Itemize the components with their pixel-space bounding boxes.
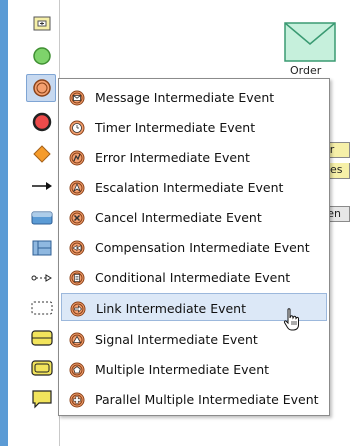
hand-cursor-icon: [283, 308, 299, 331]
sequence-flow-icon: [32, 182, 52, 190]
cancel-event-icon: [69, 210, 85, 226]
palette-start-event[interactable]: [8, 42, 60, 70]
menu-item-parallel-multiple-intermediate-event[interactable]: Parallel Multiple Intermediate Event: [61, 385, 327, 413]
multiple-event-icon: [69, 362, 85, 378]
escalation-event-icon: [69, 180, 85, 196]
menu-item-cancel-intermediate-event[interactable]: Cancel Intermediate Event: [61, 203, 327, 231]
menu-item-error-intermediate-event[interactable]: Error Intermediate Event: [61, 143, 327, 171]
intermediate-event-icon: [33, 79, 51, 97]
palette-pool[interactable]: [8, 234, 60, 262]
compensation-event-icon: [69, 240, 85, 256]
menu-item-label: Timer Intermediate Event: [95, 120, 256, 135]
menu-item-conditional-intermediate-event[interactable]: Conditional Intermediate Event: [61, 263, 327, 291]
end-event-icon: [32, 112, 52, 132]
group-icon: [31, 301, 53, 315]
transaction-icon: [31, 360, 53, 376]
message-label: Order: [290, 64, 322, 77]
menu-item-label: Escalation Intermediate Event: [95, 180, 284, 195]
start-event-icon: [33, 47, 51, 65]
menu-item-label: Error Intermediate Event: [95, 150, 250, 165]
parallel-multiple-event-icon: [69, 392, 85, 408]
timer-event-icon: [69, 120, 85, 136]
palette-annotation[interactable]: [8, 384, 60, 412]
menu-item-label: Compensation Intermediate Event: [95, 240, 310, 255]
menu-item-compensation-intermediate-event[interactable]: Compensation Intermediate Event: [61, 233, 327, 261]
error-event-icon: [69, 150, 85, 166]
palette-collapse-toggle[interactable]: [8, 10, 60, 38]
menu-item-multiple-intermediate-event[interactable]: Multiple Intermediate Event: [61, 355, 327, 383]
palette-task[interactable]: [8, 204, 60, 232]
menu-item-label: Link Intermediate Event: [96, 301, 246, 316]
message-flow-icon: [31, 274, 52, 282]
signal-event-icon: [69, 332, 85, 348]
menu-item-label: Cancel Intermediate Event: [95, 210, 262, 225]
message-envelope-icon[interactable]: [284, 22, 336, 62]
message-event-icon: [69, 90, 85, 106]
palette-subprocess[interactable]: [8, 324, 60, 352]
intermediate-event-menu: Message Intermediate Event Timer Interme…: [58, 78, 330, 416]
menu-item-label: Signal Intermediate Event: [95, 332, 258, 347]
window-edge: [0, 0, 8, 446]
subprocess-icon: [31, 330, 53, 346]
collapse-toggle-icon: [33, 16, 51, 31]
palette-message-flow[interactable]: [8, 264, 60, 292]
conditional-event-icon: [69, 270, 85, 286]
pool-icon: [32, 240, 52, 256]
menu-item-message-intermediate-event[interactable]: Message Intermediate Event: [61, 83, 327, 111]
palette-transaction[interactable]: [8, 354, 60, 382]
palette-sequence-flow[interactable]: [8, 172, 60, 200]
menu-item-escalation-intermediate-event[interactable]: Escalation Intermediate Event: [61, 173, 327, 201]
menu-item-label: Message Intermediate Event: [95, 90, 275, 105]
diagram-palette: [8, 0, 60, 446]
menu-item-label: Conditional Intermediate Event: [95, 270, 291, 285]
menu-item-label: Multiple Intermediate Event: [95, 362, 270, 377]
menu-item-label: Parallel Multiple Intermediate Event: [95, 392, 319, 407]
palette-gateway[interactable]: [8, 140, 60, 168]
palette-group[interactable]: [8, 294, 60, 322]
gateway-icon: [33, 145, 51, 163]
task-icon: [31, 211, 53, 225]
palette-intermediate-event[interactable]: [8, 74, 60, 102]
palette-end-event[interactable]: [8, 108, 60, 136]
menu-item-timer-intermediate-event[interactable]: Timer Intermediate Event: [61, 113, 327, 141]
link-event-icon: [70, 301, 86, 317]
annotation-icon: [32, 390, 52, 409]
